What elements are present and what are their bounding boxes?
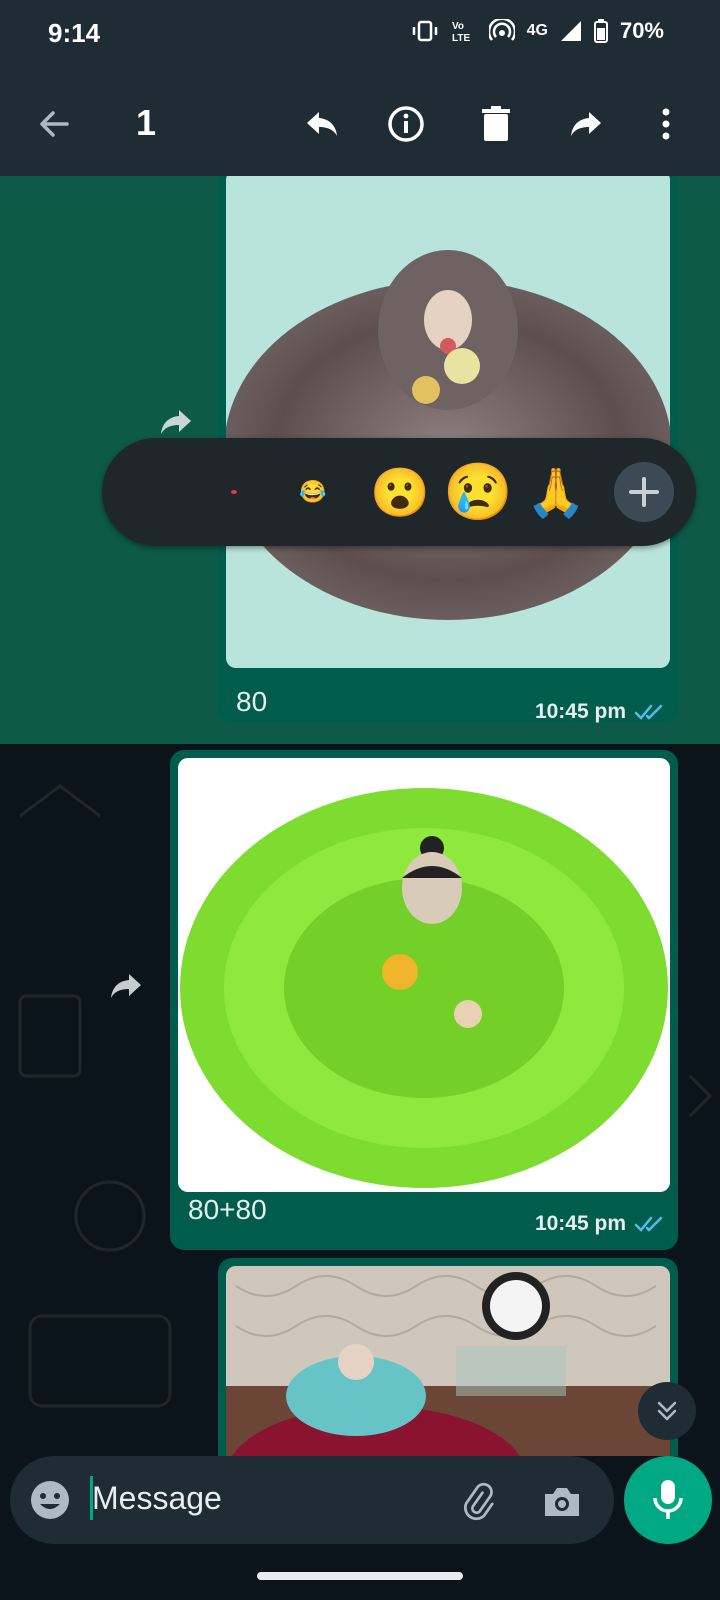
selection-toolbar: 1 [0,72,720,176]
double-chevron-down-icon [657,1401,677,1421]
reaction-faded-dot [226,438,242,546]
camera-button[interactable] [540,1480,584,1524]
reply-button[interactable] [296,98,348,150]
info-icon [388,106,424,142]
volte-icon: Vo LTE [451,19,477,43]
forward-icon [111,974,141,998]
message-input[interactable]: Message [92,1480,222,1517]
selected-count: 1 [136,102,157,143]
svg-text:Vo: Vo [452,21,464,32]
home-gesture-handle[interactable] [257,1572,463,1580]
voice-message-button[interactable] [624,1456,712,1544]
more-options-button[interactable] [640,98,692,150]
signal-icon [560,20,582,42]
smiley-icon [31,1481,69,1519]
more-vertical-icon [662,108,670,140]
back-arrow-icon [40,111,69,137]
photo-fur-dress-green [180,788,668,1188]
reaction-entering-icon [231,490,237,494]
forward-icon [161,410,191,434]
message-image-red-dress[interactable] [226,1266,670,1456]
status-icons: Vo LTE 4G 70% [411,18,664,44]
reply-icon [307,112,337,136]
status-bar: 9:14 Vo LTE 4G 70% [0,0,720,72]
hotspot-icon [488,19,515,43]
photo-velvet-dress-red [226,1266,670,1456]
message-meta: 10:45 pm [535,700,664,724]
back-button[interactable] [28,98,80,150]
chat-area[interactable]: 80 10:45 pm 80+80 10:45 pm [0,176,720,1456]
message-image-fur-dress[interactable] [226,176,670,668]
paperclip-icon [464,1482,494,1521]
message-caption: 80+80 [188,1194,267,1225]
battery-level: 70% [619,18,664,43]
message-image-green-dress[interactable] [178,758,670,1192]
forward-icon [571,112,601,136]
delete-button[interactable] [470,98,522,150]
reaction-sad[interactable]: 😢 [438,438,518,546]
reaction-laugh[interactable]: 😂 [288,438,338,546]
camera-icon [545,1488,579,1516]
forward-shortcut-button[interactable] [156,402,196,442]
reaction-picker: 😂 😮 😢 🙏 [102,438,696,546]
photo-fur-dress-grey [226,250,670,620]
double-check-read-icon [634,704,663,720]
double-check-read-icon [634,1216,663,1232]
forward-shortcut-button[interactable] [106,966,146,1006]
microphone-icon [653,1480,683,1519]
message-composer: Message [10,1456,614,1544]
message-bubble[interactable] [218,1258,678,1456]
message-time: 10:45 pm [534,1212,626,1235]
vibrate-icon [411,19,439,43]
reaction-pray[interactable]: 🙏 [516,438,596,546]
message-time: 10:45 pm [534,700,626,723]
message-caption: 80 [236,686,268,717]
emoji-button[interactable] [28,1478,72,1522]
attach-button[interactable] [456,1480,500,1524]
info-button[interactable] [380,98,432,150]
scroll-to-bottom-button[interactable] [638,1382,696,1440]
forward-button[interactable] [560,98,612,150]
system-nav-bar [0,1552,720,1600]
trash-icon [482,106,510,141]
message-meta: 10:45 pm [535,1212,664,1236]
network-type: 4G [526,22,548,39]
reaction-surprised[interactable]: 😮 [360,438,440,546]
plus-icon [629,477,659,507]
more-reactions-button[interactable] [614,462,674,522]
message-bubble[interactable]: 80+80 10:45 pm [170,750,678,1250]
svg-text:LTE: LTE [452,33,470,43]
battery-icon [593,19,608,43]
status-time: 9:14 [48,18,101,48]
